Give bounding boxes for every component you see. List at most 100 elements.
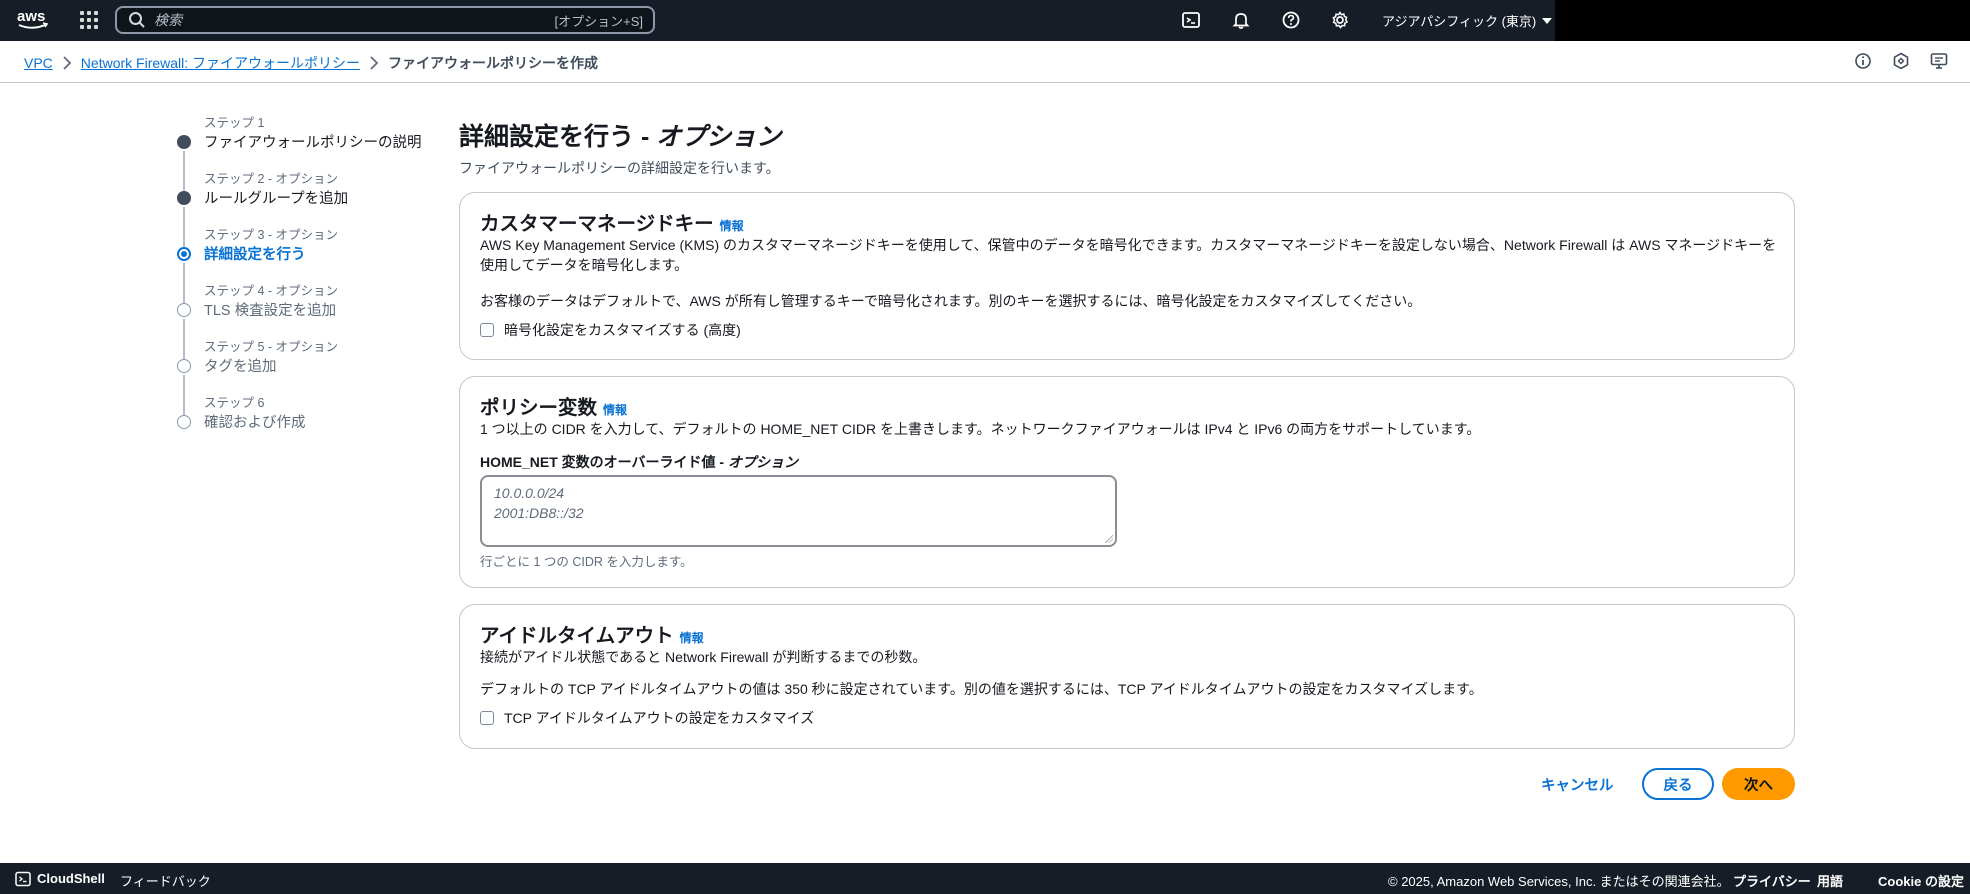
- cookie-settings-link[interactable]: Cookie の設定: [1878, 871, 1964, 890]
- chevron-right-icon: [360, 55, 388, 71]
- wizard-step-5: ステップ 5 - オプション タグを追加: [172, 334, 432, 415]
- panel-title-text: ポリシー変数: [480, 397, 598, 419]
- search-input[interactable]: [154, 12, 534, 28]
- aws-logo[interactable]: aws: [16, 8, 50, 32]
- panel-title-text: アイドルタイムアウト: [480, 625, 674, 647]
- cancel-button[interactable]: キャンセル: [1541, 774, 1614, 795]
- page-title-optional: オプション: [656, 123, 782, 151]
- info-panel-icon[interactable]: [1854, 52, 1872, 70]
- checkbox-label: 暗号化設定をカスタマイズする (高度): [504, 322, 741, 338]
- step-number: ステップ 1: [204, 116, 265, 130]
- wizard-step-1[interactable]: ステップ 1 ファイアウォールポリシーの説明: [172, 110, 432, 191]
- step-title: タグを追加: [204, 359, 277, 375]
- svg-text:aws: aws: [17, 8, 45, 25]
- region-label: アジアパシフィック (東京): [1382, 14, 1537, 29]
- breadcrumb-link-firewall-policy[interactable]: Network Firewall: ファイアウォールポリシー: [81, 53, 360, 73]
- step-title: ルールグループを追加: [204, 191, 349, 207]
- customize-encryption-checkbox[interactable]: 暗号化設定をカスタマイズする (高度): [480, 320, 741, 340]
- footer: CloudShell フィードバック © 2025, Amazon Web Se…: [0, 863, 1970, 894]
- policy-variables-panel: ポリシー変数 情報 1 つ以上の CIDR を入力して、デフォルトの HOME_N…: [459, 376, 1795, 588]
- step-number: ステップ 5 - オプション: [204, 340, 339, 354]
- textarea-placeholder-line: 10.0.0.0/24: [494, 485, 565, 501]
- step-number: ステップ 3 - オプション: [204, 228, 339, 242]
- page-title-main: 詳細設定を行う -: [459, 123, 657, 151]
- terms-link[interactable]: 用語: [1817, 871, 1843, 890]
- copyright-text: © 2025, Amazon Web Services, Inc. またはその関…: [1388, 874, 1730, 889]
- search-bar[interactable]: [オプション+S]: [115, 6, 655, 34]
- search-shortcut-hint: [オプション+S]: [554, 13, 644, 29]
- checkbox-box[interactable]: [480, 711, 494, 725]
- panel-title-text: カスタマーマネージドキー: [480, 213, 714, 235]
- info-link[interactable]: 情報: [680, 631, 704, 645]
- panel-description-line: AWS Key Management Service (KMS) のカスタマーマ…: [480, 237, 1777, 253]
- caret-down-icon: [1542, 17, 1553, 24]
- idle-timeout-panel: アイドルタイムアウト 情報 接続がアイドル状態であると Network Firew…: [459, 604, 1795, 749]
- panel-description: AWS Key Management Service (KMS) のカスタマーマ…: [480, 235, 1776, 275]
- home-net-field-label: HOME_NET 変数のオーバーライド値 - オプション: [480, 452, 798, 472]
- privacy-link[interactable]: プライバシー: [1733, 871, 1811, 890]
- resize-handle-icon[interactable]: [1105, 535, 1113, 543]
- info-link[interactable]: 情報: [603, 403, 627, 417]
- top-navigation: aws [オプション+S] アジアパシフィック (東京): [0, 0, 1970, 43]
- breadcrumb-current: ファイアウォールポリシーを作成: [388, 55, 599, 71]
- checkbox-box[interactable]: [480, 323, 494, 337]
- step-number: ステップ 2 - オプション: [204, 172, 339, 186]
- field-hint: 行ごとに 1 つの CIDR を入力します。: [480, 555, 693, 569]
- bell-icon[interactable]: [1231, 10, 1251, 30]
- search-icon: [129, 12, 145, 28]
- step-pending-icon: [177, 303, 191, 317]
- page-description: ファイアウォールポリシーの詳細設定を行います。: [459, 160, 780, 176]
- chevron-right-icon: [53, 55, 81, 71]
- services-grid-icon[interactable]: [80, 11, 98, 29]
- encryption-note: お客様のデータはデフォルトで、AWS が所有し管理するキーで暗号化されます。別の…: [480, 293, 1422, 309]
- textarea-placeholder-line: 2001:DB8::/32: [494, 505, 584, 521]
- back-button[interactable]: 戻る: [1642, 768, 1714, 800]
- field-label-optional: オプション: [727, 454, 798, 470]
- cloudshell-link[interactable]: CloudShell: [37, 871, 105, 886]
- wizard-step-4: ステップ 4 - オプション TLS 検査設定を追加: [172, 278, 432, 359]
- wizard-step-3: ステップ 3 - オプション 詳細設定を行う: [172, 222, 432, 303]
- breadcrumb: VPC Network Firewall: ファイアウォールポリシー ファイアウ…: [24, 53, 598, 73]
- monitor-chat-icon[interactable]: [1930, 52, 1948, 70]
- header-blank-area: [1555, 0, 1970, 43]
- step-pending-icon: [177, 359, 191, 373]
- feedback-link[interactable]: フィードバック: [120, 871, 211, 890]
- wizard-steps: ステップ 1 ファイアウォールポリシーの説明 ステップ 2 - オプション ルー…: [172, 110, 432, 446]
- field-label-main: HOME_NET 変数のオーバーライド値 -: [480, 454, 728, 470]
- next-button[interactable]: 次へ: [1722, 768, 1795, 800]
- home-net-override-textarea[interactable]: 10.0.0.0/24 2001:DB8::/32: [480, 475, 1117, 547]
- breadcrumb-link-vpc[interactable]: VPC: [24, 55, 53, 71]
- hexagon-icon[interactable]: [1892, 52, 1910, 70]
- panel-title: カスタマーマネージドキー 情報: [480, 207, 744, 236]
- step-complete-icon: [177, 135, 191, 149]
- cloudshell-icon[interactable]: [15, 871, 31, 887]
- help-icon[interactable]: [1281, 10, 1301, 30]
- cloudshell-icon[interactable]: [1181, 10, 1201, 30]
- step-current-icon: [177, 247, 191, 261]
- step-complete-icon: [177, 191, 191, 205]
- step-title: ファイアウォールポリシーの説明: [204, 135, 422, 151]
- customize-tcp-timeout-checkbox[interactable]: TCP アイドルタイムアウトの設定をカスタマイズ: [480, 708, 814, 728]
- panel-description: 接続がアイドル状態であると Network Firewall が判断するまでの秒…: [480, 649, 927, 665]
- wizard-step-2[interactable]: ステップ 2 - オプション ルールグループを追加: [172, 166, 432, 247]
- step-number: ステップ 6: [204, 396, 265, 410]
- panel-title: アイドルタイムアウト 情報: [480, 619, 704, 648]
- customer-managed-key-panel: カスタマーマネージドキー 情報 AWS Key Management Servic…: [459, 192, 1795, 360]
- gear-icon[interactable]: [1330, 10, 1350, 30]
- page-header: 詳細設定を行う - オプション ファイアウォールポリシーの詳細設定を行います。: [459, 120, 1795, 178]
- step-pending-icon: [177, 415, 191, 429]
- page-title: 詳細設定を行う - オプション: [459, 120, 1795, 154]
- panel-title: ポリシー変数 情報: [480, 391, 627, 420]
- step-title: 確認および作成: [204, 415, 306, 431]
- step-number: ステップ 4 - オプション: [204, 284, 339, 298]
- region-selector[interactable]: アジアパシフィック (東京): [1382, 11, 1553, 30]
- step-title: 詳細設定を行う: [204, 247, 306, 263]
- step-title: TLS 検査設定を追加: [204, 303, 337, 319]
- panel-description-line: 使用してデータを暗号化します。: [480, 257, 689, 273]
- panel-description: 1 つ以上の CIDR を入力して、デフォルトの HOME_NET CIDR を…: [480, 421, 1481, 437]
- info-link[interactable]: 情報: [720, 219, 744, 233]
- wizard-step-6: ステップ 6 確認および作成: [172, 390, 432, 446]
- breadcrumb-bar: VPC Network Firewall: ファイアウォールポリシー ファイアウ…: [0, 41, 1970, 83]
- checkbox-label: TCP アイドルタイムアウトの設定をカスタマイズ: [504, 710, 815, 726]
- idle-timeout-note: デフォルトの TCP アイドルタイムアウトの値は 350 秒に設定されています。…: [480, 681, 1483, 697]
